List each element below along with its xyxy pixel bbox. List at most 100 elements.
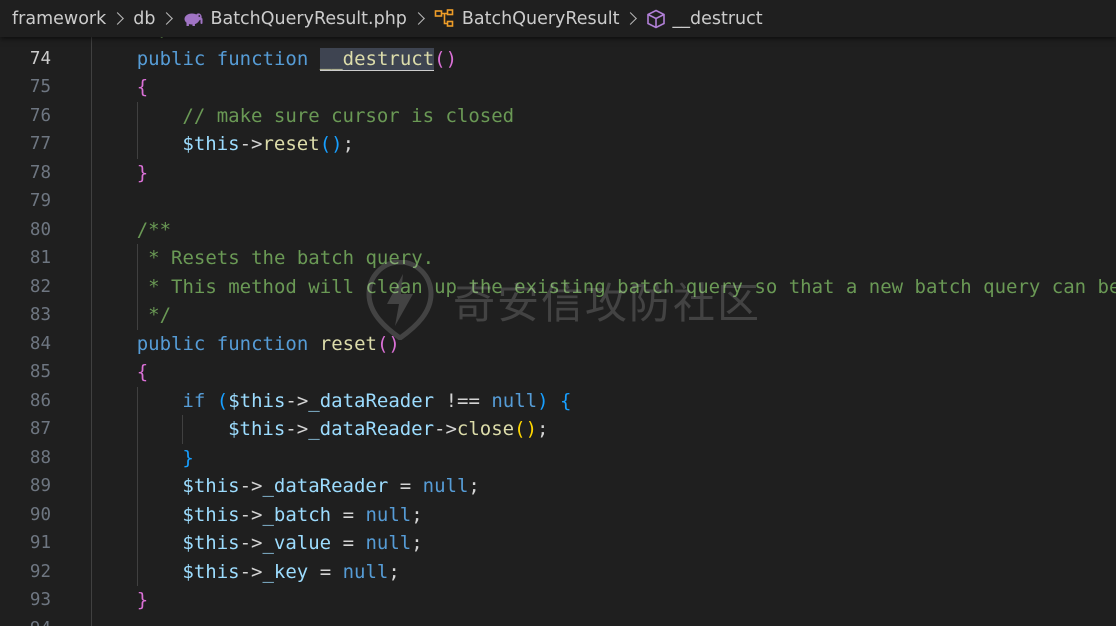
code-token: null bbox=[342, 560, 389, 583]
line-number: 81 bbox=[29, 248, 51, 268]
line-number: 87 bbox=[29, 419, 51, 439]
line-number: 74 bbox=[29, 48, 51, 69]
code-token: _key bbox=[262, 560, 309, 583]
code-text: // make sure cursor is closed bbox=[182, 102, 514, 131]
code-text: * This method will clean up the existing… bbox=[137, 273, 1116, 302]
line-number: 94 bbox=[0, 615, 51, 626]
code-line[interactable]: 88} bbox=[0, 444, 1116, 473]
code-line[interactable]: 93} bbox=[0, 586, 1116, 615]
code-line[interactable]: 91 $this->_value = null; bbox=[0, 529, 1116, 558]
breadcrumb-item-framework[interactable]: framework bbox=[12, 9, 106, 29]
code-line[interactable]: 77 $this->reset(); bbox=[0, 130, 1116, 159]
code-token: = bbox=[388, 475, 423, 497]
line-number: 85 bbox=[29, 362, 51, 382]
chevron-right-icon bbox=[111, 12, 125, 25]
code-token: __destruct bbox=[319, 47, 435, 71]
code-line[interactable]: 86 if ($this->_dataReader !== null) { bbox=[0, 387, 1116, 416]
code-line[interactable]: 83 */ bbox=[0, 301, 1116, 330]
indent-guide bbox=[136, 386, 138, 586]
code-line[interactable]: 92 $this->_key = null; bbox=[0, 558, 1116, 587]
code-token: $this bbox=[182, 133, 240, 155]
code-token: = bbox=[308, 560, 343, 583]
code-text: if ($this->_dataReader !== null) { bbox=[182, 387, 571, 416]
code-token: * This method will clean up the existing… bbox=[148, 275, 1116, 298]
breadcrumb-label: db bbox=[133, 8, 156, 29]
code-token: // make sure cursor is closed bbox=[182, 104, 515, 127]
breadcrumb-item-db[interactable]: db bbox=[133, 9, 155, 29]
breadcrumb-label: BatchQueryResult bbox=[461, 8, 620, 29]
line-number: 78 bbox=[29, 162, 51, 183]
code-token: ; bbox=[537, 418, 549, 440]
code-token: { bbox=[560, 389, 572, 412]
code-token: } bbox=[136, 161, 149, 184]
line-number: 88 bbox=[29, 447, 51, 468]
breadcrumb-item-class[interactable]: BatchQueryResult bbox=[434, 8, 620, 29]
code-line[interactable]: 76 // make sure cursor is closed bbox=[0, 102, 1116, 131]
code-editor[interactable]: 73 */74public function __destruct()75{76… bbox=[0, 30, 1116, 626]
breadcrumb-item-file[interactable]: BatchQueryResult.php bbox=[182, 9, 407, 29]
code-text: { bbox=[137, 73, 148, 102]
line-number: 93 bbox=[29, 590, 51, 610]
code-token: _dataReader bbox=[262, 475, 389, 497]
code-text: /** bbox=[137, 216, 171, 245]
line-number: 79 bbox=[29, 191, 51, 211]
code-text: $this->_key = null; bbox=[182, 558, 399, 587]
code-token: { bbox=[136, 361, 149, 383]
line-number: 76 bbox=[29, 105, 51, 126]
breadcrumb-item-method[interactable]: __destruct bbox=[646, 9, 763, 29]
code-text: } bbox=[137, 586, 148, 615]
line-number: 90 bbox=[29, 504, 51, 525]
code-token: _dataReader bbox=[308, 389, 435, 412]
code-token: -> bbox=[285, 389, 309, 412]
line-number: 75 bbox=[29, 77, 51, 97]
code-token: -> bbox=[285, 418, 309, 440]
code-token: () bbox=[514, 418, 538, 440]
line-number: 91 bbox=[29, 533, 51, 553]
code-line[interactable]: 85 { bbox=[0, 358, 1116, 387]
code-token: -> bbox=[239, 133, 263, 155]
chevron-right-icon bbox=[160, 12, 174, 25]
line-number: 84 bbox=[29, 333, 51, 354]
code-text: { bbox=[137, 358, 148, 387]
code-line[interactable]: 89 $this->_dataReader = null; bbox=[0, 472, 1116, 501]
breadcrumb-label: framework bbox=[12, 8, 107, 29]
code-line[interactable]: 90 $this->_batch = null; bbox=[0, 501, 1116, 530]
chevron-right-icon bbox=[412, 12, 425, 25]
code-line[interactable]: 74 public function __destruct() bbox=[0, 45, 1116, 74]
php-elephant-icon bbox=[182, 11, 204, 27]
code-line[interactable]: 81 * Resets the batch query. bbox=[0, 244, 1116, 273]
code-text: $this->_dataReader->close(); bbox=[228, 415, 548, 444]
line-number: 92 bbox=[29, 561, 51, 582]
code-text: public function __destruct() bbox=[137, 45, 457, 74]
code-token: ( bbox=[434, 47, 446, 70]
code-token: ; bbox=[411, 503, 423, 526]
code-token: _value bbox=[262, 532, 332, 554]
code-token: -> bbox=[239, 503, 263, 526]
indent-guide bbox=[182, 415, 184, 444]
code-token: } bbox=[182, 446, 194, 469]
code-text: } bbox=[182, 444, 193, 473]
code-line[interactable]: 79 bbox=[0, 187, 1116, 216]
code-text: public function reset() bbox=[137, 330, 400, 359]
line-number: 80 bbox=[29, 219, 51, 240]
code-line[interactable]: 82 * This method will clean up the exist… bbox=[0, 273, 1116, 302]
code-line[interactable]: 75 { bbox=[0, 73, 1116, 102]
code-line[interactable]: 84 public function reset() bbox=[0, 330, 1116, 359]
code-token: */ bbox=[136, 304, 172, 326]
code-text: } bbox=[137, 159, 148, 188]
code-line[interactable]: 78} bbox=[0, 159, 1116, 188]
code-token: ) bbox=[445, 47, 458, 70]
code-line[interactable]: 94 bbox=[0, 615, 1116, 626]
code-text: $this->_batch = null; bbox=[182, 501, 422, 530]
code-line[interactable]: 87 $this->_dataReader->close(); bbox=[0, 415, 1116, 444]
code-token: $this bbox=[182, 503, 240, 526]
method-cube-icon bbox=[646, 9, 666, 29]
code-line[interactable]: 80 /** bbox=[0, 216, 1116, 245]
code-token: $this bbox=[182, 532, 240, 554]
code-token: ; bbox=[342, 133, 355, 155]
code-token: if bbox=[182, 389, 206, 412]
code-token: } bbox=[136, 589, 149, 611]
